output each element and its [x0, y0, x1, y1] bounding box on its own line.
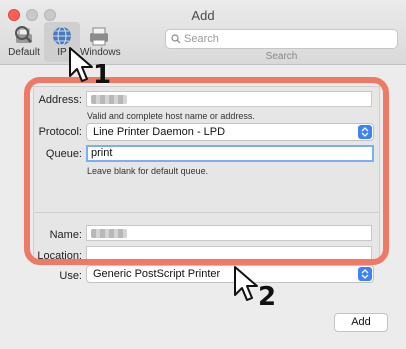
search-field[interactable]: Search [165, 29, 398, 49]
title-bar: Add Default IP Windows Search Search [0, 0, 406, 65]
step-2-number: 2 [258, 282, 277, 312]
default-printer-icon [15, 26, 32, 43]
windows-printer-icon [90, 27, 108, 46]
window-title: Add [191, 8, 215, 23]
use-value: Generic PostScript Printer [93, 268, 221, 280]
add-printer-window: Add Default IP Windows Search Search Add… [0, 0, 406, 349]
use-label: Use: [59, 270, 82, 282]
ip-globe-icon [53, 26, 71, 46]
toolbar-default[interactable]: Default [6, 22, 42, 62]
search-icon [171, 34, 181, 44]
step-1-number: 1 [93, 60, 112, 90]
add-button[interactable]: Add [334, 313, 388, 332]
search-placeholder: Search [184, 33, 219, 45]
use-select[interactable]: Generic PostScript Printer [86, 265, 374, 283]
toolbar-default-label: Default [8, 47, 40, 58]
highlight-frame [24, 77, 389, 265]
use-popup-icon [358, 267, 372, 281]
search-label: Search [265, 51, 298, 62]
